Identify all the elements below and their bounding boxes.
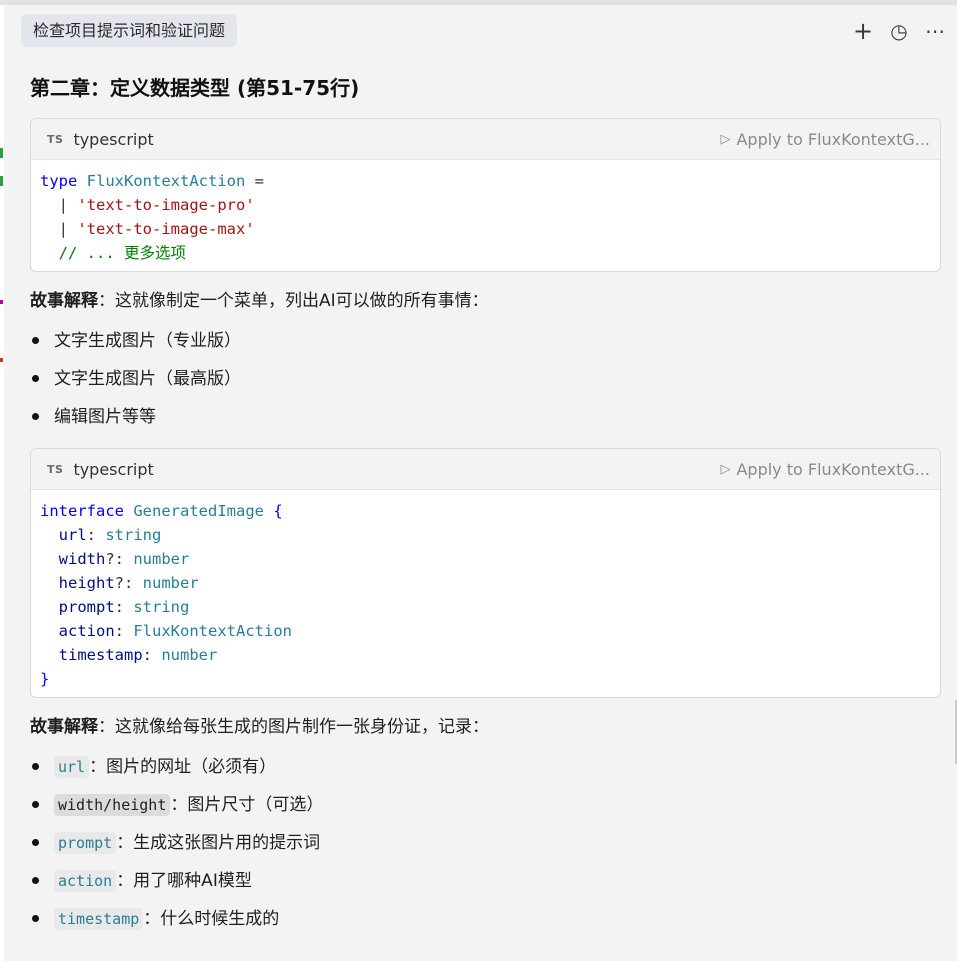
inline-code: prompt xyxy=(54,832,117,854)
list-item-text: ：生成这张图片用的提示词 xyxy=(116,833,321,853)
code-keyword: type xyxy=(40,172,78,190)
story-text: ：这就像制定一个菜单，列出AI可以做的所有事情： xyxy=(98,291,489,311)
plus-icon[interactable]: + xyxy=(851,17,875,45)
play-icon: ▷ xyxy=(720,461,731,477)
code-field-type: number xyxy=(161,646,218,664)
code-keyword: interface xyxy=(40,502,124,520)
code-block-header: TS typescript ▷ Apply to FluxKontextG... xyxy=(31,119,940,160)
code-field-type: FluxKontextAction xyxy=(133,622,292,640)
list-item: action ：用了哪种AI模型 xyxy=(30,862,941,900)
typescript-icon: TS xyxy=(47,132,64,146)
code-brace: } xyxy=(40,670,50,688)
code-field-type: string xyxy=(105,526,162,544)
apply-button[interactable]: ▷ Apply to FluxKontextG... xyxy=(720,460,930,479)
code-pipe: | xyxy=(58,196,69,214)
list-item: 文字生成图片（专业版） xyxy=(30,322,941,360)
code-block-interface: TS typescript ▷ Apply to FluxKontextG...… xyxy=(30,448,941,698)
list-item: prompt ：生成这张图片用的提示词 xyxy=(30,824,941,862)
gutter-marker xyxy=(0,358,3,362)
section-heading: 第二章：定义数据类型 (第51-75行) xyxy=(30,76,360,100)
list-item-text: ：什么时候生成的 xyxy=(143,909,280,929)
code-separator: ?: xyxy=(114,574,143,592)
code-operator: = xyxy=(245,172,264,190)
code-language-label: typescript xyxy=(73,129,154,149)
code-type-name: FluxKontextAction xyxy=(86,172,246,190)
story-explanation: 故事解释：这就像制定一个菜单，列出AI可以做的所有事情： xyxy=(30,286,941,316)
code-block-type: TS typescript ▷ Apply to FluxKontextG...… xyxy=(30,118,941,272)
code-field-type: string xyxy=(133,598,190,616)
list-item: timestamp ：什么时候生成的 xyxy=(30,900,941,938)
code-field-name: action xyxy=(58,622,115,640)
code-body[interactable]: interface GeneratedImage { url: string w… xyxy=(31,490,940,697)
code-separator: : xyxy=(86,526,106,544)
history-icon[interactable]: ◷ xyxy=(887,19,911,43)
code-field-name: width xyxy=(58,550,106,568)
code-block-header: TS typescript ▷ Apply to FluxKontextG... xyxy=(31,449,940,490)
list-item-text: ：图片的网址（必须有） xyxy=(89,757,277,777)
story-label: 故事解释 xyxy=(30,291,98,311)
code-body[interactable]: type FluxKontextAction = | 'text-to-imag… xyxy=(31,160,940,271)
more-icon[interactable]: ⋯ xyxy=(923,19,947,43)
code-type-name: GeneratedImage xyxy=(133,502,264,520)
code-string: 'text-to-image-pro' xyxy=(77,196,255,214)
bullet-list: url ：图片的网址（必须有） width/height ：图片尺寸（可选） pro… xyxy=(30,748,941,938)
chat-tab-title[interactable]: 检查项目提示词和验证问题 xyxy=(21,14,238,47)
list-item: url ：图片的网址（必须有） xyxy=(30,748,941,786)
inline-code: timestamp xyxy=(54,908,144,930)
gutter-added-marker xyxy=(0,176,3,186)
code-field-type: number xyxy=(133,550,190,568)
gutter-marker xyxy=(0,300,3,304)
code-field-name: timestamp xyxy=(58,646,143,664)
gutter-added-marker xyxy=(0,148,3,158)
code-language-label: typescript xyxy=(73,459,154,479)
list-item: width/height ：图片尺寸（可选） xyxy=(30,786,941,824)
apply-label: Apply to FluxKontextG... xyxy=(736,129,930,149)
code-brace: { xyxy=(273,502,283,520)
code-pipe: | xyxy=(58,220,69,238)
list-item-text: ：图片尺寸（可选） xyxy=(170,795,324,815)
inline-code: width/height xyxy=(54,794,171,816)
story-explanation: 故事解释：这就像给每张生成的图片制作一张身份证，记录： xyxy=(30,712,941,742)
code-separator: : xyxy=(114,598,134,616)
code-field-type: number xyxy=(142,574,199,592)
list-item: 文字生成图片（最高版） xyxy=(30,360,941,398)
code-separator: ?: xyxy=(105,550,134,568)
inline-code: action xyxy=(54,870,117,892)
code-field-name: height xyxy=(58,574,115,592)
code-string: 'text-to-image-max' xyxy=(77,220,255,238)
list-item-text: ：用了哪种AI模型 xyxy=(116,871,252,891)
code-separator: : xyxy=(114,622,134,640)
play-icon: ▷ xyxy=(720,131,731,147)
code-comment: // ... 更多选项 xyxy=(58,244,186,262)
story-label: 故事解释 xyxy=(30,717,98,737)
code-separator: : xyxy=(142,646,162,664)
panel-header: 检查项目提示词和验证问题 + ◷ ⋯ xyxy=(0,5,957,57)
story-text: ：这就像给每张生成的图片制作一张身份证，记录： xyxy=(98,717,489,737)
bullet-list: 文字生成图片（专业版） 文字生成图片（最高版） 编辑图片等等 xyxy=(30,322,941,436)
apply-label: Apply to FluxKontextG... xyxy=(736,459,930,479)
apply-button[interactable]: ▷ Apply to FluxKontextG... xyxy=(720,130,930,149)
typescript-icon: TS xyxy=(47,462,64,476)
list-item: 编辑图片等等 xyxy=(30,398,941,436)
code-field-name: url xyxy=(58,526,87,544)
chat-message: 第二章：定义数据类型 (第51-75行) TS typescript ▷ App… xyxy=(30,70,941,938)
inline-code: url xyxy=(54,756,90,778)
code-field-name: prompt xyxy=(58,598,115,616)
